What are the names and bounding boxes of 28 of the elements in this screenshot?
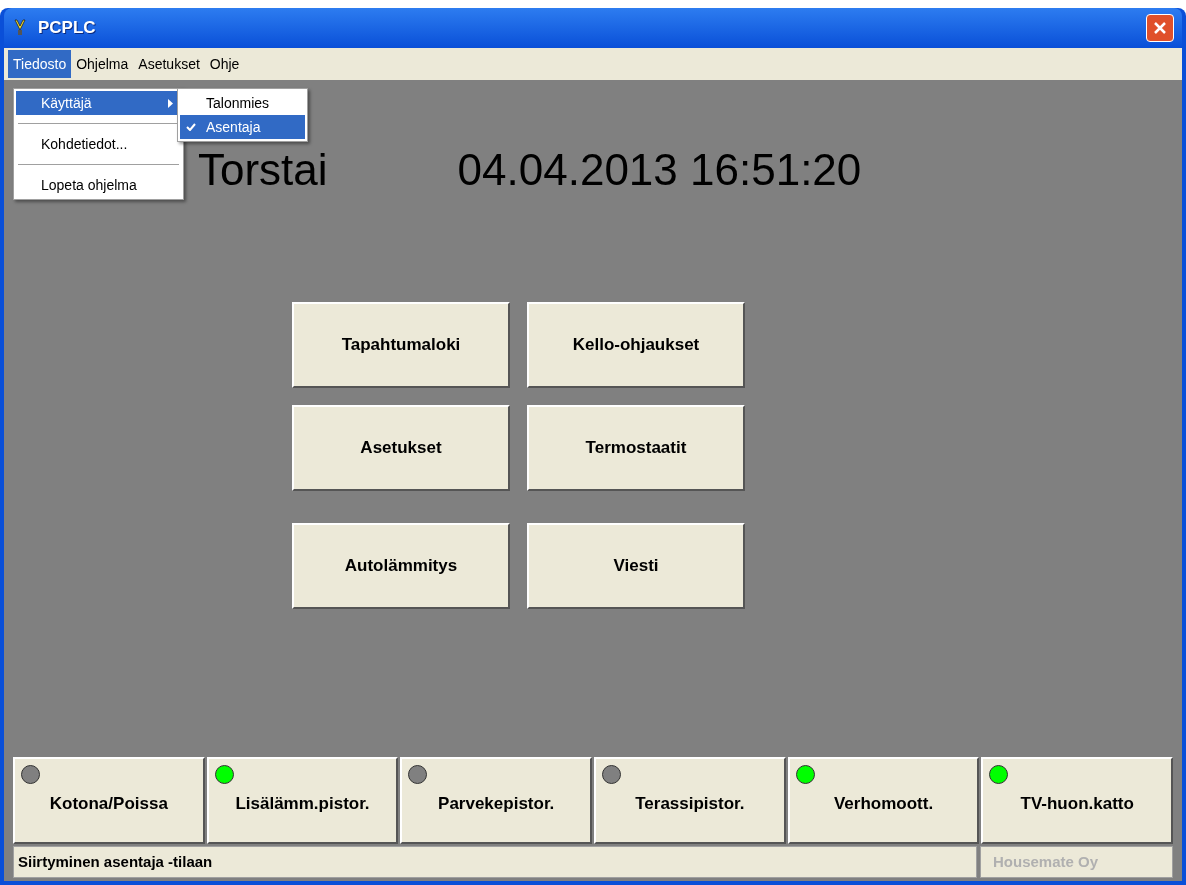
weekday-label: Torstai [198,144,328,196]
window-title: PCPLC [38,17,96,40]
menu-item[interactable]: Asetukset [133,50,205,78]
menu-item[interactable]: Lopeta ohjelma [16,173,181,197]
status-message: Siirtyminen asentaja -tilaan [13,846,977,878]
switch-button[interactable]: TV-huon.katto [981,757,1174,844]
menu-button[interactable]: Asetukset [292,405,510,491]
menu-item[interactable]: Talonmies [180,91,305,115]
switch-button[interactable]: Lisälämm.pistor. [206,757,399,844]
close-icon [1153,21,1167,35]
menu-item[interactable]: Tiedosto [8,50,72,78]
switch-button[interactable]: Parvekepistor. [400,757,592,844]
menu-item[interactable]: Ohje [204,50,245,78]
company-label: Housemate Oy [980,846,1173,878]
menu-button[interactable]: Termostaatit [527,405,745,491]
switch-button[interactable]: Verhomoott. [787,757,980,844]
switch-button[interactable]: Terassipistor. [594,757,786,844]
menu-item[interactable]: Asentaja [180,115,305,139]
menu-item[interactable]: Ohjelma [71,50,134,78]
date-time-label: 04.04.2013 16:51:20 [457,144,862,196]
close-button[interactable] [1146,14,1174,42]
menu-button[interactable]: Kello-ohjaukset [527,302,745,388]
menu-item[interactable]: Kohdetiedot... [16,132,181,156]
menu-button[interactable]: Viesti [527,523,745,609]
menu-button[interactable]: Tapahtumaloki [292,302,510,388]
submenu-arrow-icon [168,98,173,108]
switch-button[interactable]: Kotona/Poissa [13,757,205,844]
menu-button[interactable]: Autolämmitys [292,523,510,609]
